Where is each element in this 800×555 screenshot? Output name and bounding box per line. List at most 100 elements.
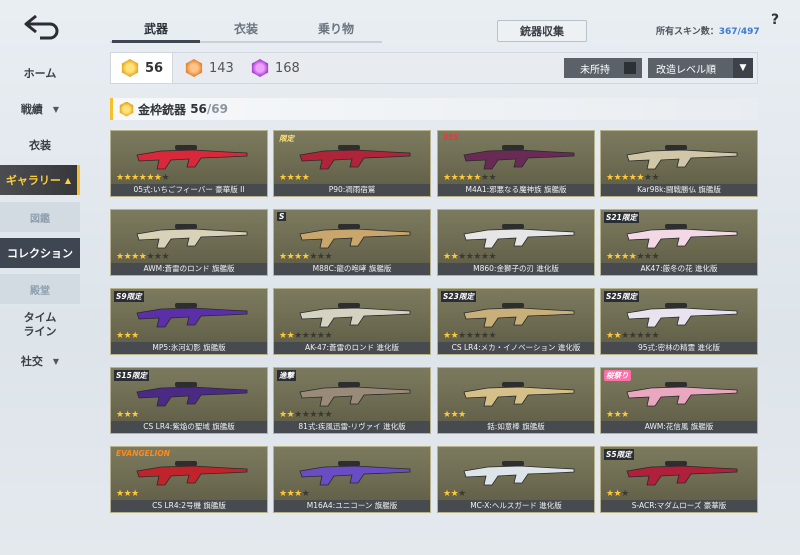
unowned-toggle[interactable]: 未所持 <box>564 58 642 78</box>
weapon-card[interactable]: ★★★★★★★ AK-47:蒼雷のロンド 進化版 <box>273 288 431 355</box>
weapon-card[interactable]: S5限定 ★★★ S-ACR:マダムローズ 豪華版 <box>600 446 758 513</box>
weapon-image <box>626 461 738 486</box>
weapon-card[interactable]: S15限定 ★★★ CS LR4:紫焔の聖域 旗艦版 <box>110 367 268 434</box>
star-filled-icon: ★ <box>606 331 614 341</box>
purple-count: 168 <box>275 60 300 76</box>
sidebar-item-timeline[interactable]: タイム ライン <box>0 308 80 342</box>
filter-gold-count[interactable]: 56 <box>111 53 173 83</box>
help-icon[interactable]: ? <box>764 12 786 34</box>
weapon-card[interactable]: 進撃 ★★★★★★★ 81式:疾風迅雷-リヴァイ 進化版 <box>273 367 431 434</box>
star-filled-icon: ★ <box>294 173 302 183</box>
section-owned: 56 <box>190 102 207 116</box>
weapon-badge: S <box>277 212 287 221</box>
weapon-card[interactable]: ★★★ 銛:如意棒 旗艦版 <box>437 367 595 434</box>
star-empty-icon: ★ <box>294 331 302 341</box>
sidebar-item-label: 戦績 <box>20 103 43 116</box>
sidebar-item-gallery[interactable]: ギャラリー ▲ <box>0 165 80 195</box>
weapon-card[interactable]: S25限定 ★★★★★★★ 95式:密林の精霊 進化版 <box>600 288 758 355</box>
weapon-image <box>626 303 738 328</box>
star-empty-icon: ★ <box>458 489 466 499</box>
tab-active-indicator <box>112 40 200 43</box>
tab-vehicles[interactable]: 乗り物 <box>292 20 380 42</box>
weapon-image <box>136 382 248 407</box>
star-filled-icon: ★ <box>116 489 124 499</box>
weapon-card[interactable]: ★★★★★★★ 05式:いちごフィーバー 豪華版 II <box>110 130 268 197</box>
star-filled-icon: ★ <box>294 489 302 499</box>
back-arrow-icon[interactable] <box>22 12 62 40</box>
weapon-card[interactable]: S ★★★★★★★ M88C:龍の咆哮 旗艦版 <box>273 209 431 276</box>
sidebar-item-home[interactable]: ホーム <box>0 58 80 88</box>
weapon-card[interactable]: SSS ★★★★★★★ M4A1:邪悪なる魔神族 旗艦版 <box>437 130 595 197</box>
star-rating: ★★★★★★★ <box>116 173 170 183</box>
star-empty-icon: ★ <box>309 252 317 262</box>
sidebar-item-social[interactable]: 社交 ▼ <box>0 346 80 376</box>
sidebar-item-label: 衣装 <box>29 139 51 152</box>
star-filled-icon: ★ <box>279 331 287 341</box>
sidebar-item-label: ホーム <box>23 67 57 80</box>
star-filled-icon: ★ <box>621 173 629 183</box>
unowned-checkbox[interactable] <box>624 62 636 74</box>
star-empty-icon: ★ <box>458 252 466 262</box>
star-filled-icon: ★ <box>279 173 287 183</box>
sidebar-item-encyclopedia[interactable]: 図鑑 <box>0 202 80 232</box>
sidebar-item-battle-record[interactable]: 戦績 ▼ <box>0 94 80 124</box>
tab-weapons[interactable]: 武器 <box>112 20 200 42</box>
weapon-card[interactable]: 限定 ★★★★ P90:凋雨宿鷲 <box>273 130 431 197</box>
tab-costumes[interactable]: 衣装 <box>202 20 290 42</box>
weapon-card[interactable]: S21限定 ★★★★★★★ AK47:厳冬の花 進化版 <box>600 209 758 276</box>
weapon-card[interactable]: S9限定 ★★★ MP5:氷河幻影 旗艦版 <box>110 288 268 355</box>
weapon-card[interactable]: S23限定 ★★★★★★★ CS LR4:メカ・イノベーション 進化版 <box>437 288 595 355</box>
weapon-name: CS LR4:2号機 旗艦版 <box>111 500 267 512</box>
weapon-image <box>136 224 248 249</box>
sidebar-item-collection[interactable]: コレクション <box>0 238 80 268</box>
star-rating: ★★★ <box>116 331 139 341</box>
weapon-card[interactable]: ★★★★★★★ M860:金獅子の刃 進化版 <box>437 209 595 276</box>
star-filled-icon: ★ <box>131 489 139 499</box>
filter-purple-count[interactable]: 168 <box>251 53 321 83</box>
star-empty-icon: ★ <box>488 331 497 341</box>
star-filled-icon: ★ <box>458 410 466 420</box>
star-rating: ★★★★★★★ <box>606 331 660 341</box>
star-empty-icon: ★ <box>324 410 333 420</box>
star-filled-icon: ★ <box>131 410 139 420</box>
star-filled-icon: ★ <box>473 173 481 183</box>
star-rating: ★★★★★★★ <box>279 252 333 262</box>
gold-hexagon-icon <box>121 59 139 77</box>
weapon-image <box>463 224 575 249</box>
star-rating: ★★★★ <box>279 489 310 499</box>
weapon-card[interactable]: ★★★★★★★ Kar98k:闘戦勝仏 旗艦版 <box>600 130 758 197</box>
star-filled-icon: ★ <box>621 252 629 262</box>
weapon-name: M860:金獅子の刃 進化版 <box>438 263 594 275</box>
star-empty-icon: ★ <box>161 252 170 262</box>
weapon-card[interactable]: 桜祭り ★★★ AWM:花信風 旗艦版 <box>600 367 758 434</box>
weapon-name: M88C:龍の咆哮 旗艦版 <box>274 263 430 275</box>
star-filled-icon: ★ <box>279 489 287 499</box>
gold-count: 56 <box>145 60 164 76</box>
weapon-name: MC-X:ヘルスガード 進化版 <box>438 500 594 512</box>
section-header: 金枠銃器 56/69 <box>110 98 758 120</box>
weapon-name: 95式:密林の精霊 進化版 <box>601 342 757 354</box>
weapon-card[interactable]: EVANGELION ★★★ CS LR4:2号機 旗艦版 <box>110 446 268 513</box>
chevron-down-icon: ▼ <box>733 58 753 78</box>
weapon-name: 05式:いちごフィーバー 豪華版 II <box>111 184 267 196</box>
chevron-down-icon: ▼ <box>52 356 60 366</box>
weapon-card[interactable]: ★★★ MC-X:ヘルスガード 進化版 <box>437 446 595 513</box>
weapon-card[interactable]: ★★★★★★★ AWM:蒼雷のロンド 旗艦版 <box>110 209 268 276</box>
weapon-image <box>299 224 411 249</box>
sort-dropdown[interactable]: 改造レベル順 ▼ <box>648 58 753 78</box>
weapon-name: S-ACR:マダムローズ 豪華版 <box>601 500 757 512</box>
star-filled-icon: ★ <box>443 252 451 262</box>
chevron-down-icon: ▼ <box>52 104 60 114</box>
filter-orange-count[interactable]: 143 <box>185 53 255 83</box>
star-empty-icon: ★ <box>161 173 170 183</box>
weapon-image <box>299 382 411 407</box>
star-rating: ★★★★★★★ <box>606 252 660 262</box>
weapon-card[interactable]: ★★★★ M16A4:ユニコーン 旗艦版 <box>273 446 431 513</box>
star-filled-icon: ★ <box>443 173 451 183</box>
sidebar-item-costume[interactable]: 衣装 <box>0 130 80 160</box>
star-filled-icon: ★ <box>131 331 139 341</box>
weapon-name: P90:凋雨宿鷲 <box>274 184 430 196</box>
weapon-collection-button[interactable]: 銃器収集 <box>497 20 587 42</box>
star-empty-icon: ★ <box>621 331 629 341</box>
sidebar-item-hall-of-fame[interactable]: 殿堂 <box>0 274 80 304</box>
